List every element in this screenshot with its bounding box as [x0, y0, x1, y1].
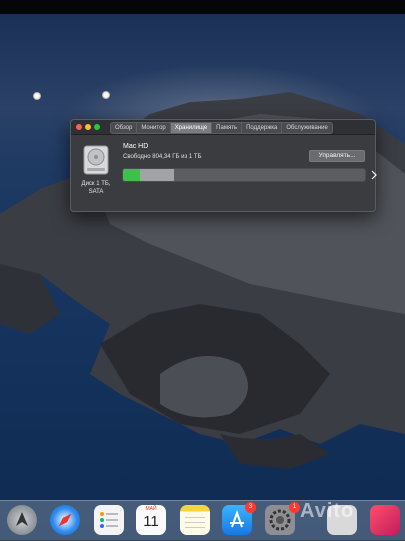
disk-name: Mac HD: [123, 143, 149, 150]
calendar-day: 11: [143, 513, 159, 530]
creative-cloud-icon[interactable]: [370, 505, 400, 535]
tab-overview[interactable]: Обзор: [111, 123, 138, 133]
tab-memory[interactable]: Память: [212, 123, 243, 133]
tab-storage[interactable]: Хранилище: [170, 123, 213, 133]
desktop-wallpaper: [0, 14, 405, 540]
tab-support[interactable]: Поддержка: [242, 123, 283, 133]
notes-icon[interactable]: [180, 505, 210, 535]
tab-service[interactable]: Обслуживание: [282, 123, 331, 133]
screen-bezel: [0, 0, 405, 14]
usage-segment-other: [139, 169, 174, 181]
disk-capacity-label: Диск 1 ТБ,: [81, 181, 111, 187]
city-light: [102, 91, 110, 99]
manage-button[interactable]: Управлять...: [309, 150, 365, 162]
safari-icon[interactable]: [50, 505, 80, 535]
disk-type-label: SATA: [88, 189, 104, 195]
disk-description: Диск 1 ТБ, SATA: [75, 180, 117, 196]
zoom-button[interactable]: [94, 124, 100, 130]
calendar-icon[interactable]: МАЙ 11: [136, 505, 166, 535]
disk-free-space: Свободно 804,34 ГБ из 1 ТБ: [123, 154, 202, 160]
window-controls: [76, 124, 100, 130]
app-store-badge: 3: [245, 502, 256, 513]
usage-segment-apps: [123, 169, 140, 181]
reminders-icon[interactable]: [94, 505, 124, 535]
text-cursor-icon: [371, 170, 377, 180]
tab-bar: Обзор Монитор Хранилище Память Поддержка…: [110, 122, 333, 134]
calendar-month: МАЙ: [145, 506, 157, 512]
wallpaper-island: [0, 92, 405, 469]
avito-watermark: Avito: [300, 500, 355, 522]
launchpad-icon[interactable]: [7, 505, 37, 535]
storage-usage-bar: [122, 168, 366, 182]
system-preferences-badge: 1: [289, 502, 300, 513]
close-button[interactable]: [76, 124, 82, 130]
window-titlebar: Обзор Монитор Хранилище Память Поддержка…: [71, 120, 375, 135]
minimize-button[interactable]: [85, 124, 91, 130]
storage-window: Обзор Монитор Хранилище Память Поддержка…: [70, 119, 376, 212]
city-light: [33, 92, 41, 100]
tab-displays[interactable]: Монитор: [137, 123, 171, 133]
hard-drive-icon: [83, 145, 109, 175]
